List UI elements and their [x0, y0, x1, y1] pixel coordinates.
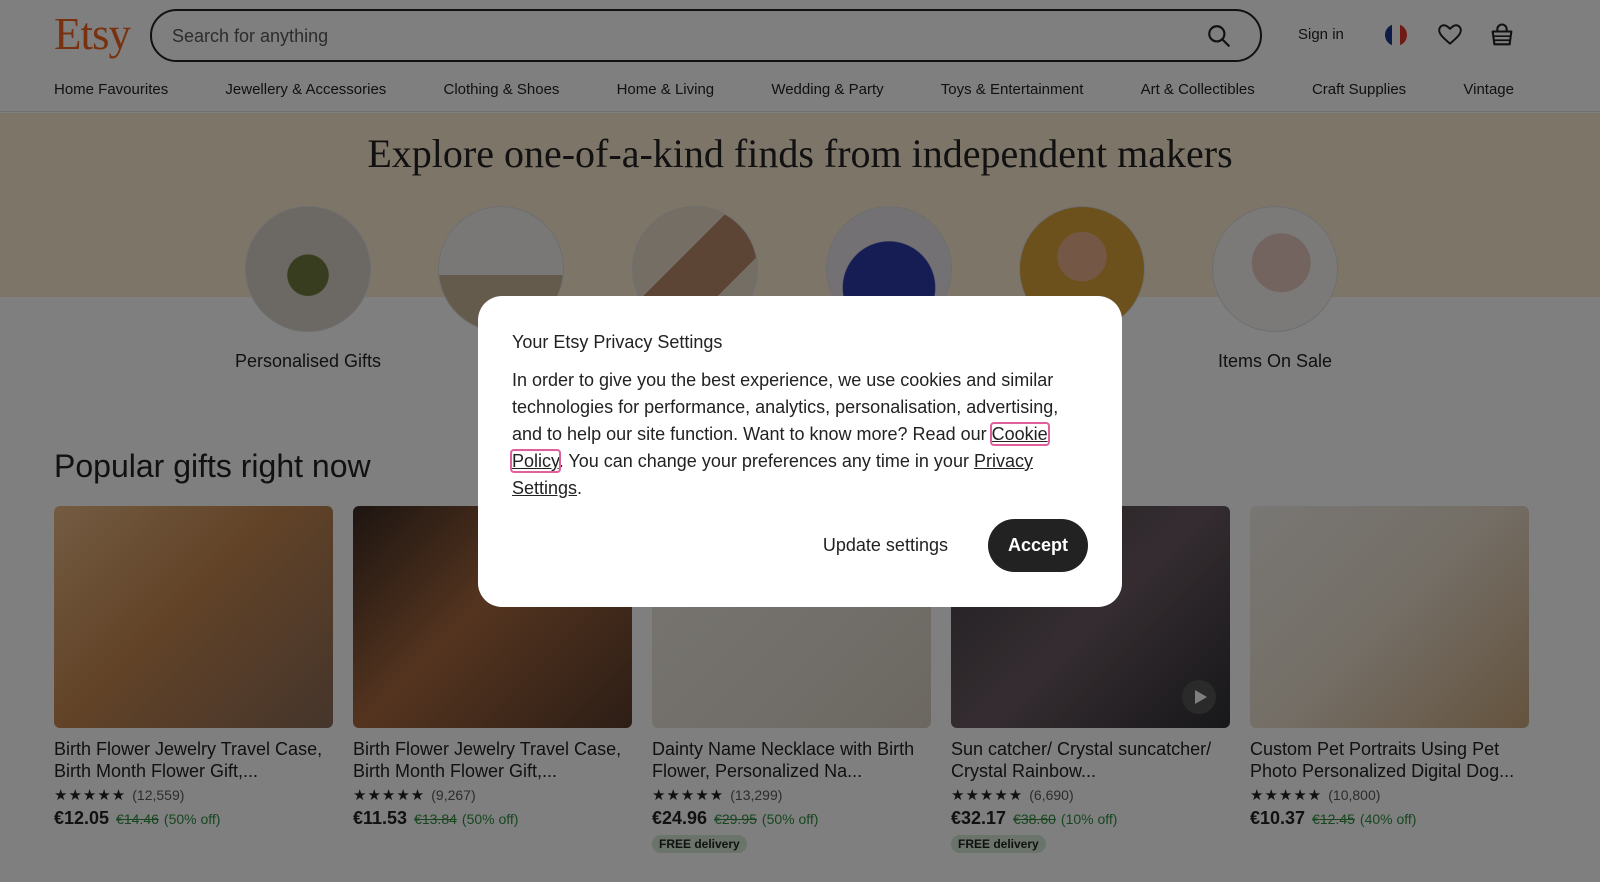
dialog-actions: Update settings Accept	[803, 519, 1088, 572]
dialog-body-text: . You can change your preferences any ti…	[558, 451, 974, 471]
dialog-body: In order to give you the best experience…	[510, 367, 1088, 502]
dialog-body-text: In order to give you the best experience…	[512, 370, 1059, 444]
dialog-title: Your Etsy Privacy Settings	[512, 332, 723, 352]
privacy-settings-dialog: Your Etsy Privacy Settings In order to g…	[478, 296, 1122, 607]
dialog-body-text: .	[577, 478, 583, 498]
accept-button[interactable]: Accept	[987, 519, 1088, 572]
update-settings-button[interactable]: Update settings	[803, 521, 968, 570]
